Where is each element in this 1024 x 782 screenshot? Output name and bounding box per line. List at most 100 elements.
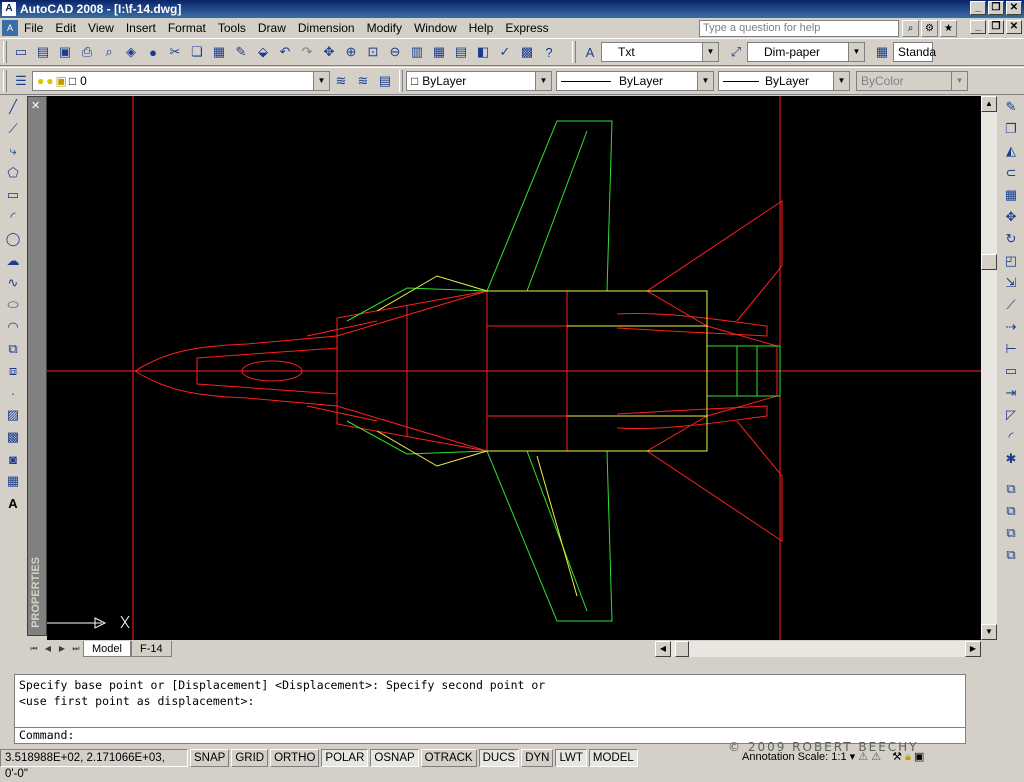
drawing-canvas[interactable]	[47, 96, 981, 640]
trim-icon[interactable]: ⟋	[999, 294, 1023, 316]
dyn-toggle[interactable]: DYN	[521, 749, 554, 767]
copy-object-icon[interactable]: ❐	[999, 118, 1023, 140]
match-properties-icon[interactable]: ✎	[230, 41, 252, 63]
polygon-icon[interactable]: ⬠	[1, 162, 25, 184]
snap-toggle[interactable]: SNAP	[190, 749, 230, 767]
tool-palettes-icon[interactable]: ▤	[450, 41, 472, 63]
chevron-down-icon[interactable]: ▼	[848, 43, 864, 61]
markup-icon[interactable]: ✓	[494, 41, 516, 63]
construction-line-icon[interactable]: ⟋	[1, 118, 25, 140]
favorites-icon[interactable]: ★	[940, 20, 957, 37]
annotation-visibility-icon[interactable]: ⚠	[858, 751, 868, 763]
draworder-back-icon[interactable]: ⧉	[999, 500, 1023, 522]
restore-button[interactable]: ❐	[988, 1, 1004, 15]
menu-edit[interactable]: Edit	[49, 21, 82, 35]
scroll-right-icon[interactable]: ▶	[965, 641, 981, 657]
gradient-icon[interactable]: ▩	[1, 426, 25, 448]
explode-icon[interactable]: ✱	[999, 448, 1023, 470]
sheet-set-icon[interactable]: ◧	[472, 41, 494, 63]
tab-model[interactable]: Model	[83, 641, 131, 657]
chevron-down-icon[interactable]: ▼	[951, 72, 967, 90]
close-icon[interactable]: ✕	[31, 99, 40, 112]
text-style-icon[interactable]: A	[579, 41, 601, 63]
properties-palette[interactable]: ✕ PROPERTIES	[27, 96, 47, 636]
array-icon[interactable]: ▦	[999, 184, 1023, 206]
draworder-under-icon[interactable]: ⧉	[999, 544, 1023, 566]
publish-icon[interactable]: ◈	[120, 41, 142, 63]
chevron-down-icon[interactable]: ▼	[313, 72, 329, 90]
menu-window[interactable]: Window	[408, 21, 463, 35]
next-tab-icon[interactable]: ▶	[55, 642, 69, 656]
toolbar-grip[interactable]	[399, 70, 403, 92]
scroll-thumb[interactable]	[981, 254, 997, 270]
toolbar-lock-icon[interactable]: ⚒	[892, 751, 902, 763]
table-style-dropdown[interactable]: Standa	[893, 42, 936, 62]
save-icon[interactable]: ▣	[54, 41, 76, 63]
sun-icon[interactable]: ●	[46, 74, 53, 88]
rotate-icon[interactable]: ↻	[999, 228, 1023, 250]
scroll-thumb[interactable]	[675, 641, 689, 657]
chamfer-icon[interactable]: ◸	[999, 404, 1023, 426]
point-icon[interactable]: ·	[1, 382, 25, 404]
doc-restore-button[interactable]: ❐	[988, 20, 1004, 34]
undo-icon[interactable]: ↶	[274, 41, 296, 63]
lineweight-dropdown[interactable]: ByLayer ▼	[718, 71, 850, 91]
arc-icon[interactable]: ◜	[1, 206, 25, 228]
coordinates-readout[interactable]: 3.518988E+02, 2.171066E+03, 0'-0"	[0, 749, 188, 780]
menu-dimension[interactable]: Dimension	[292, 21, 361, 35]
polyline-icon[interactable]: ⤷	[1, 140, 25, 162]
ortho-toggle[interactable]: ORTHO	[270, 749, 320, 767]
calculator-icon[interactable]: ▩	[516, 41, 538, 63]
design-center-icon[interactable]: ▦	[428, 41, 450, 63]
offset-icon[interactable]: ⊂	[999, 162, 1023, 184]
table-icon[interactable]: ▦	[1, 470, 25, 492]
text-style-dropdown[interactable]: Txt ▼	[601, 42, 719, 62]
redo-icon[interactable]: ↷	[296, 41, 318, 63]
lwt-toggle[interactable]: LWT	[555, 749, 587, 767]
close-button[interactable]: ✕	[1006, 1, 1022, 15]
properties-icon[interactable]: ▥	[406, 41, 428, 63]
dim-style-icon[interactable]: ⤢	[725, 41, 747, 63]
fillet-icon[interactable]: ◜	[999, 426, 1023, 448]
help-icon[interactable]: ?	[538, 41, 560, 63]
plotstyle-dropdown[interactable]: ByColor ▼	[856, 71, 968, 91]
break-at-point-icon[interactable]: ⊢	[999, 338, 1023, 360]
chevron-down-icon[interactable]: ▾	[850, 751, 856, 763]
break-icon[interactable]: ▭	[999, 360, 1023, 382]
mirror-icon[interactable]: ◭	[999, 140, 1023, 162]
menu-format[interactable]: Format	[162, 21, 212, 35]
pan-icon[interactable]: ✥	[318, 41, 340, 63]
otrack-toggle[interactable]: OTRACK	[420, 749, 477, 767]
toolbar-grip[interactable]	[3, 41, 7, 63]
communication-center-icon[interactable]: ⚙	[921, 20, 938, 37]
doc-close-button[interactable]: ✕	[1006, 20, 1022, 34]
first-tab-icon[interactable]: ⏮	[27, 642, 41, 656]
stretch-icon[interactable]: ⇲	[999, 272, 1023, 294]
tab-f14[interactable]: F-14	[130, 641, 172, 657]
menu-view[interactable]: View	[82, 21, 120, 35]
new-icon[interactable]: ▭	[10, 41, 32, 63]
toolbar-grip[interactable]	[3, 70, 7, 92]
layer-previous-icon[interactable]: ≋	[352, 70, 374, 92]
line-icon[interactable]: ╱	[1, 96, 25, 118]
layer-manager-icon[interactable]: ☰	[10, 70, 32, 92]
layer-color-icon[interactable]: □	[69, 74, 76, 88]
help-search-input[interactable]: Type a question for help	[699, 20, 899, 37]
plot-preview-icon[interactable]: ⌕	[98, 41, 120, 63]
scroll-up-icon[interactable]: ▲	[981, 96, 997, 112]
lightbulb-icon[interactable]: ●	[37, 74, 44, 88]
menu-help[interactable]: Help	[463, 21, 500, 35]
block-editor-icon[interactable]: ⬙	[252, 41, 274, 63]
circle-icon[interactable]: ◯	[1, 228, 25, 250]
open-icon[interactable]: ▤	[32, 41, 54, 63]
menu-file[interactable]: File	[18, 21, 49, 35]
model-toggle[interactable]: MODEL	[588, 749, 638, 767]
join-icon[interactable]: ⇥	[999, 382, 1023, 404]
spline-icon[interactable]: ∿	[1, 272, 25, 294]
search-icon[interactable]: ⌕	[902, 20, 919, 37]
scroll-left-icon[interactable]: ◀	[655, 641, 671, 657]
menu-tools[interactable]: Tools	[212, 21, 252, 35]
lock-icon[interactable]: ▣	[56, 74, 67, 88]
vertical-scrollbar[interactable]: ▲ ▼	[981, 96, 997, 640]
osnap-toggle[interactable]: OSNAP	[370, 749, 419, 767]
